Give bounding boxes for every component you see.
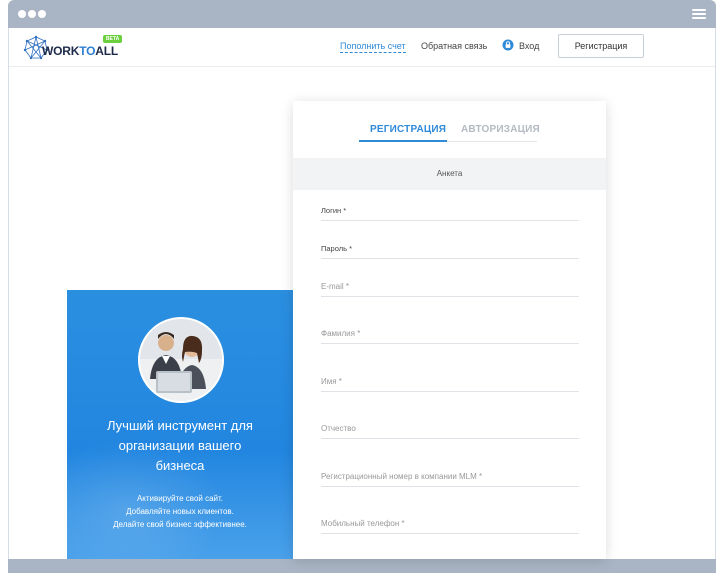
password-field[interactable]: Пароль *: [321, 242, 579, 259]
logo-all: ALL: [95, 44, 118, 58]
people-illustration-icon: [140, 319, 222, 401]
tab-registration[interactable]: РЕГИСТРАЦИЯ: [370, 124, 446, 135]
beta-badge: BETA: [103, 35, 123, 43]
feedback-link[interactable]: Обратная связь: [421, 41, 487, 51]
register-button[interactable]: Регистрация: [558, 34, 644, 58]
first-name-field-label: Имя *: [321, 377, 342, 386]
promo-line: Добавляйте новых клиентов.: [126, 507, 234, 516]
window-dot-icon: [28, 10, 36, 18]
window-dot-icon: [38, 10, 46, 18]
promo-title: Лучший инструмент для организации вашего…: [107, 418, 253, 473]
email-field-label: E-mail *: [321, 282, 350, 291]
promo-line: Делайте свой бизнес эффективнее.: [113, 520, 247, 529]
lock-icon: [502, 39, 514, 51]
hamburger-menu-icon[interactable]: [692, 9, 706, 19]
business-people-photo: [138, 317, 224, 403]
window-bottom-bar: [8, 559, 716, 573]
login-field-label: Логин *: [321, 206, 347, 215]
first-name-field[interactable]: Имя *: [321, 375, 579, 392]
tab-divider: [447, 141, 537, 142]
promo-line: Активируйте свой сайт.: [136, 494, 224, 503]
site-logo[interactable]: WORKTOALL BETA: [23, 33, 123, 63]
logo-wordmark: WORKTOALL: [42, 44, 118, 58]
middle-name-field-label: Отчество: [321, 424, 356, 433]
section-header: Анкета: [293, 158, 606, 190]
last-name-field[interactable]: Фамилия *: [321, 327, 579, 344]
logo-work: WORK: [42, 44, 80, 58]
login-field[interactable]: Логин *: [321, 204, 579, 221]
window-dot-icon: [18, 10, 26, 18]
site-header: WORKTOALL BETA Пополнить счет Обратная с…: [9, 28, 715, 67]
email-field[interactable]: E-mail *: [321, 280, 579, 297]
window-titlebar: [8, 0, 716, 28]
middle-name-field[interactable]: Отчество: [321, 422, 579, 439]
mobile-phone-field[interactable]: Мобильный телефон *: [321, 517, 579, 534]
registration-card: РЕГИСТРАЦИЯ АВТОРИЗАЦИЯ Анкета Логин * П…: [293, 101, 606, 559]
frame-border: [8, 28, 9, 559]
logo-to: TO: [79, 44, 96, 58]
mlm-number-field-label: Регистрационный номер в компании MLM *: [321, 472, 483, 481]
mobile-phone-field-label: Мобильный телефон *: [321, 519, 405, 528]
mlm-number-field[interactable]: Регистрационный номер в компании MLM *: [321, 470, 579, 487]
login-link[interactable]: Вход: [519, 41, 539, 51]
last-name-field-label: Фамилия *: [321, 329, 361, 338]
active-tab-indicator: [359, 140, 447, 142]
frame-border: [715, 28, 716, 559]
promo-description: Активируйте свой сайт. Добавляйте новых …: [67, 492, 293, 531]
tab-authorization[interactable]: АВТОРИЗАЦИЯ: [461, 124, 540, 135]
password-field-label: Пароль *: [321, 244, 353, 253]
promo-panel: Лучший инструмент для организации вашего…: [67, 290, 293, 559]
top-up-link[interactable]: Пополнить счет: [340, 41, 406, 53]
auth-tabs: РЕГИСТРАЦИЯ АВТОРИЗАЦИЯ: [293, 101, 606, 158]
